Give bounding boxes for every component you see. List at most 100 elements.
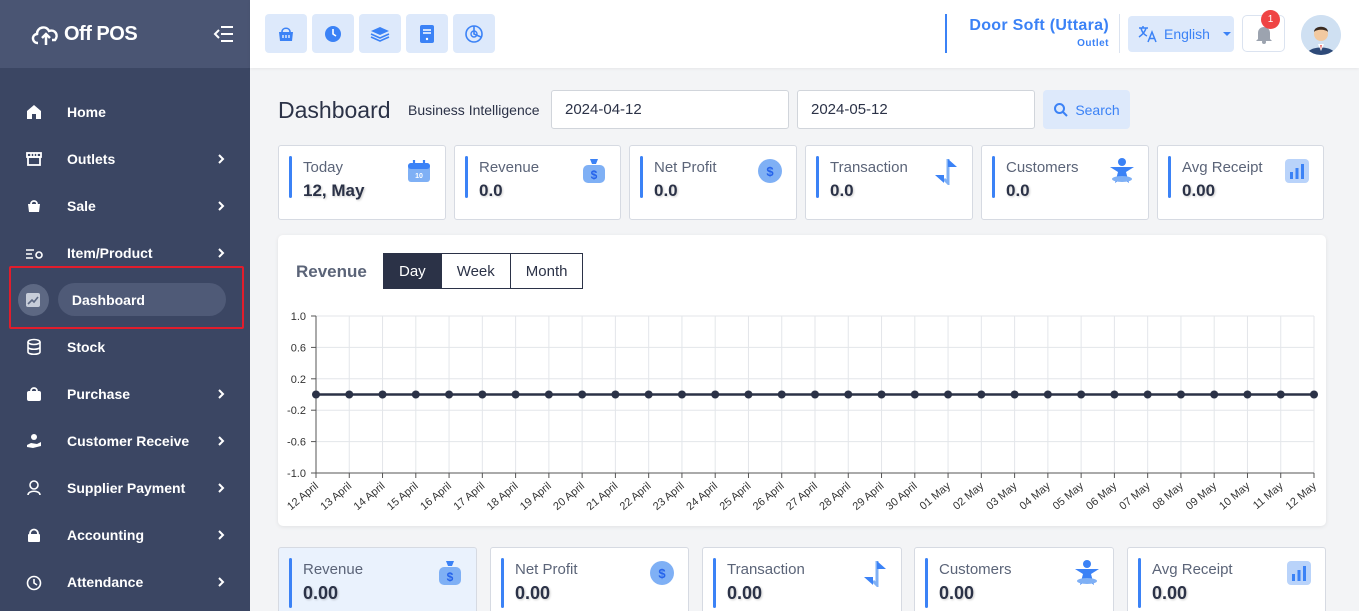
data-point: [677, 390, 686, 399]
sidebar-item-label: Dashboard: [71, 291, 145, 308]
y-tick-label: -0.6: [287, 437, 306, 449]
lock-icon: [24, 525, 44, 545]
logo-text: Off POS: [64, 22, 138, 45]
chevron-right-icon: [218, 247, 225, 258]
data-point: [944, 390, 953, 399]
data-point: [378, 390, 387, 399]
tab-month[interactable]: Month: [509, 254, 583, 288]
revenue-chart-card: Revenue Day Week Month 1.0 0.6 0.2 -0.2 -0.6…: [278, 235, 1326, 526]
stat-title: Revenue: [303, 561, 364, 578]
x-tick-label: 14 April: [352, 480, 388, 513]
data-point: [1110, 390, 1119, 399]
clock-icon: [325, 25, 341, 42]
stat-card-transaction-total: Transaction 0.00: [702, 547, 902, 611]
language-selector[interactable]: English: [1128, 16, 1234, 52]
sidebar-item-purchase[interactable]: Purchase: [0, 370, 250, 417]
dollar-coin-icon: $: [648, 559, 676, 587]
notification-badge: 1: [1261, 10, 1280, 29]
list-tag-icon: [24, 243, 44, 263]
stat-card-revenue: Revenue 0.0 $: [454, 145, 621, 220]
x-tick-label: 23 April: [651, 480, 687, 513]
data-point: [578, 390, 587, 399]
stat-title: Revenue: [479, 159, 540, 176]
start-date-input[interactable]: 2024-04-12: [551, 90, 789, 129]
sidebar-item-label: Purchase: [67, 385, 131, 402]
sidebar-item-label: Outlets: [67, 150, 116, 167]
data-point: [411, 390, 420, 399]
language-label: English: [1164, 26, 1210, 42]
bar-chart-icon: [1283, 157, 1311, 185]
tablet-button[interactable]: [406, 14, 448, 53]
topbar: Door Soft (Uttara) Outlet English 1: [250, 0, 1359, 68]
sidebar-header: Off POS: [0, 0, 250, 68]
data-point: [1310, 390, 1318, 399]
money-bag-icon: $: [580, 157, 608, 185]
sidebar-item-stock[interactable]: Stock: [0, 323, 250, 370]
sidebar-item-sale[interactable]: Sale: [0, 182, 250, 229]
stat-value: 0.0: [830, 181, 854, 200]
layers-button[interactable]: [359, 14, 401, 53]
x-tick-label: 05 May: [1051, 480, 1087, 513]
sidebar-item-outlets[interactable]: Outlets: [0, 135, 250, 182]
x-tick-label: 08 May: [1151, 480, 1187, 513]
sidebar-item-accounting[interactable]: Accounting: [0, 511, 250, 558]
sidebar-collapse-button[interactable]: [212, 24, 236, 44]
bag-icon: [24, 384, 44, 404]
data-point: [445, 390, 454, 399]
stat-value: 0.00: [727, 583, 763, 603]
data-point: [511, 390, 520, 399]
app-logo[interactable]: Off POS: [30, 21, 138, 47]
x-tick-label: 03 May: [984, 480, 1020, 513]
stat-value: 0.00: [1152, 583, 1188, 603]
svg-text:10: 10: [415, 173, 423, 180]
x-tick-label: 18 April: [485, 480, 521, 513]
outlet-name: Door Soft (Uttara): [969, 17, 1109, 34]
end-date-input[interactable]: 2024-05-12: [797, 90, 1035, 129]
x-tick-label: 09 May: [1184, 480, 1220, 513]
search-button[interactable]: Search: [1043, 90, 1130, 129]
pos-button[interactable]: [265, 14, 307, 53]
transfer-arrows-icon: [932, 157, 960, 185]
sidebar-item-label: Attendance: [67, 573, 144, 590]
data-point: [777, 390, 786, 399]
clock-button[interactable]: [312, 14, 354, 53]
notifications-button[interactable]: 1: [1242, 10, 1285, 52]
tab-day[interactable]: Day: [384, 254, 441, 288]
data-point: [977, 390, 986, 399]
pie-chart-button[interactable]: [453, 14, 495, 53]
data-point: [1176, 390, 1185, 399]
menu-collapse-icon: [213, 26, 233, 42]
svg-text:$: $: [591, 168, 598, 182]
tab-week[interactable]: Week: [440, 254, 510, 288]
calendar-icon: 10: [405, 157, 433, 185]
sidebar-item-supplier-payment[interactable]: Supplier Payment: [0, 464, 250, 511]
sidebar-item-customer-receive[interactable]: Customer Receive: [0, 417, 250, 464]
outlet-selector[interactable]: Door Soft (Uttara) Outlet: [945, 14, 1120, 53]
svg-text:$: $: [766, 164, 774, 179]
supplier-icon: [24, 478, 44, 498]
stat-title: Customers: [939, 561, 1012, 578]
sidebar-item-item-product[interactable]: Item/Product: [0, 229, 250, 276]
stat-title: Today: [303, 159, 344, 176]
data-point: [811, 390, 819, 399]
x-tick-label: 06 May: [1084, 480, 1120, 513]
stat-card-avg-receipt: Avg Receipt 0.00: [1157, 145, 1324, 220]
x-tick-label: 22 April: [618, 480, 654, 513]
data-point: [1210, 390, 1219, 399]
stat-title: Transaction: [830, 159, 908, 176]
svg-text:$: $: [658, 566, 666, 581]
avatar[interactable]: [1301, 15, 1341, 55]
y-tick-label: 0.2: [291, 374, 306, 386]
stat-card-avg-receipt-total: Avg Receipt 0.00: [1127, 547, 1326, 611]
x-tick-label: 07 May: [1117, 480, 1153, 513]
clock-icon: [24, 572, 44, 592]
stat-title: Customers: [1006, 159, 1079, 176]
data-point: [1077, 390, 1086, 399]
basket-icon: [24, 196, 44, 216]
sidebar-item-home[interactable]: Home: [0, 88, 250, 135]
sidebar-item-dashboard[interactable]: Dashboard: [0, 276, 250, 323]
stat-title: Net Profit: [515, 561, 578, 578]
data-point: [877, 390, 886, 399]
x-tick-label: 27 April: [784, 480, 820, 513]
sidebar-item-attendance[interactable]: Attendance: [0, 558, 250, 605]
